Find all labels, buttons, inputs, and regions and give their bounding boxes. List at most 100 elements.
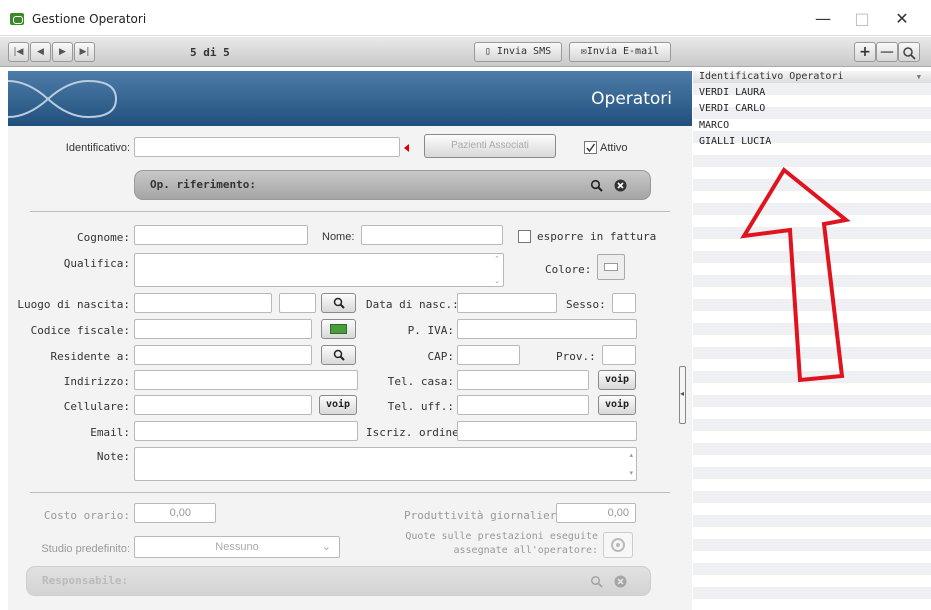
calcola-codice-fiscale-button[interactable]: [321, 319, 356, 339]
responsabile-search-icon[interactable]: [590, 575, 603, 588]
chevron-down-icon: ⌄: [321, 541, 331, 553]
luogo-nascita-input[interactable]: [134, 293, 272, 313]
list-header-label: Identificativo Operatori: [699, 71, 844, 82]
nome-label: Nome:: [322, 231, 355, 243]
email-input[interactable]: [134, 421, 358, 441]
studio-predefinito-select[interactable]: Nessuno ⌄: [134, 536, 340, 558]
pazienti-associati-button[interactable]: Pazienti Associati: [424, 134, 556, 158]
panel-splitter[interactable]: ◂: [679, 366, 686, 424]
op-riferimento-search-icon[interactable]: [590, 179, 603, 192]
codice-fiscale-input[interactable]: [134, 319, 312, 339]
first-record-button[interactable]: |◀: [8, 42, 29, 62]
color-picker-button[interactable]: [597, 254, 625, 280]
data-nasc-input[interactable]: [457, 293, 557, 313]
scroll-up-icon[interactable]: ⌃: [494, 255, 500, 263]
list-item[interactable]: GIALLI LUCIA: [699, 136, 771, 148]
prov-label: Prov.:: [556, 350, 596, 363]
header-banner: Operatori: [8, 71, 692, 126]
residente-input[interactable]: [134, 345, 312, 365]
cap-input[interactable]: [457, 345, 520, 365]
costo-orario-label: Costo orario:: [43, 509, 130, 522]
attivo-label: Attivo: [600, 142, 628, 154]
logo-icon: [8, 80, 118, 118]
tel-casa-input[interactable]: [457, 370, 589, 390]
cellulare-input[interactable]: [134, 395, 312, 415]
esporre-checkbox[interactable]: [518, 230, 531, 243]
quote-label-line1: Quote sulle prestazioni eseguite: [405, 531, 598, 542]
produttivita-input[interactable]: 0,00: [556, 503, 636, 523]
iscriz-ordine-label: Iscriz. ordine:: [366, 426, 466, 439]
codice-fiscale-label: Codice fiscale:: [30, 324, 130, 337]
luogo-nascita-search-button[interactable]: [321, 293, 356, 313]
responsabile-clear-icon[interactable]: [614, 575, 627, 588]
last-record-button[interactable]: ▶|: [74, 42, 95, 62]
send-email-button[interactable]: ✉Invia E-mail: [569, 42, 671, 62]
produttivita-label: Produttività giornaliera:: [404, 509, 570, 522]
app-icon: [10, 13, 24, 25]
note-label: Note:: [96, 450, 130, 463]
residente-search-button[interactable]: [321, 345, 356, 365]
indirizzo-label: Indirizzo:: [63, 375, 130, 388]
annotation-arrow-icon: [740, 167, 851, 383]
send-sms-button[interactable]: ▯ Invia SMS: [474, 42, 562, 62]
sesso-label: Sesso:: [566, 298, 606, 311]
op-riferimento-clear-icon[interactable]: [614, 179, 627, 192]
op-riferimento-label: Op. riferimento:: [150, 178, 256, 191]
quote-label-line2: assegnate all'operatore:: [453, 545, 599, 556]
toolbar: [0, 37, 931, 67]
remove-button[interactable]: —: [876, 42, 898, 62]
page-title: Operatori: [591, 89, 672, 109]
identificativo-input[interactable]: [134, 137, 400, 157]
cap-label: CAP:: [427, 350, 455, 363]
costo-orario-input[interactable]: 0,00: [134, 503, 216, 523]
add-button[interactable]: +: [854, 42, 876, 62]
qualifica-textarea[interactable]: ⌃ ⌄: [134, 253, 504, 287]
tel-uff-input[interactable]: [457, 395, 589, 415]
search-icon[interactable]: [898, 42, 920, 62]
luogo-nascita-prov-input[interactable]: [279, 293, 316, 313]
list-item[interactable]: VERDI CARLO: [699, 103, 765, 115]
divider: [30, 492, 670, 493]
close-button[interactable]: ✕: [887, 8, 917, 30]
tel-uff-label: Tel. uff.:: [387, 400, 454, 413]
email-label: Email:: [90, 426, 130, 439]
luogo-nascita-label: Luogo di nascita:: [17, 298, 130, 311]
note-scroll-up-icon[interactable]: ▴: [629, 451, 633, 459]
indirizzo-input[interactable]: [134, 370, 358, 390]
cognome-input[interactable]: [134, 225, 308, 245]
piva-input[interactable]: [457, 319, 637, 339]
voip-casa-button[interactable]: voip: [598, 370, 636, 390]
attivo-checkbox[interactable]: [584, 141, 597, 154]
send-email-label: Invia E-mail: [586, 46, 660, 57]
colore-label: Colore:: [545, 263, 592, 276]
studio-predefinito-label: Studio predefinito:: [41, 543, 130, 555]
prov-input[interactable]: [602, 345, 636, 365]
sesso-input[interactable]: [612, 293, 636, 313]
note-textarea[interactable]: ▴ ▾: [134, 447, 637, 481]
minimize-button[interactable]: —: [808, 8, 838, 30]
quote-settings-button[interactable]: [603, 532, 633, 558]
esporre-label: esporre in fattura: [537, 230, 657, 243]
send-sms-label: Invia SMS: [496, 46, 552, 57]
nome-input[interactable]: [361, 225, 503, 245]
residente-label: Residente a:: [50, 350, 130, 363]
list-header[interactable]: Identificativo Operatori ▼: [693, 71, 931, 83]
data-nasc-label: Data di nasc.:: [366, 298, 459, 311]
tel-casa-label: Tel. casa:: [387, 375, 454, 388]
maximize-button[interactable]: □: [847, 8, 877, 30]
list-item[interactable]: MARCO: [699, 120, 729, 132]
next-record-button[interactable]: ▶: [52, 42, 73, 62]
note-scroll-down-icon[interactable]: ▾: [629, 469, 633, 477]
studio-predefinito-value: Nessuno: [215, 541, 259, 553]
quote-label: Quote sulle prestazioni eseguite assegnat…: [390, 530, 598, 558]
voip-cellulare-button[interactable]: voip: [319, 395, 357, 415]
scroll-down-icon[interactable]: ⌄: [494, 277, 500, 285]
record-counter: 5 di 5: [190, 46, 230, 59]
previous-record-button[interactable]: ◀: [30, 42, 51, 62]
iscriz-ordine-input[interactable]: [457, 421, 637, 441]
voip-uff-button[interactable]: voip: [598, 395, 636, 415]
phone-icon: ▯: [484, 46, 497, 57]
sort-arrow-icon[interactable]: ▼: [917, 71, 921, 83]
list-item[interactable]: VERDI LAURA: [699, 87, 765, 99]
window-title: Gestione Operatori: [32, 12, 147, 26]
